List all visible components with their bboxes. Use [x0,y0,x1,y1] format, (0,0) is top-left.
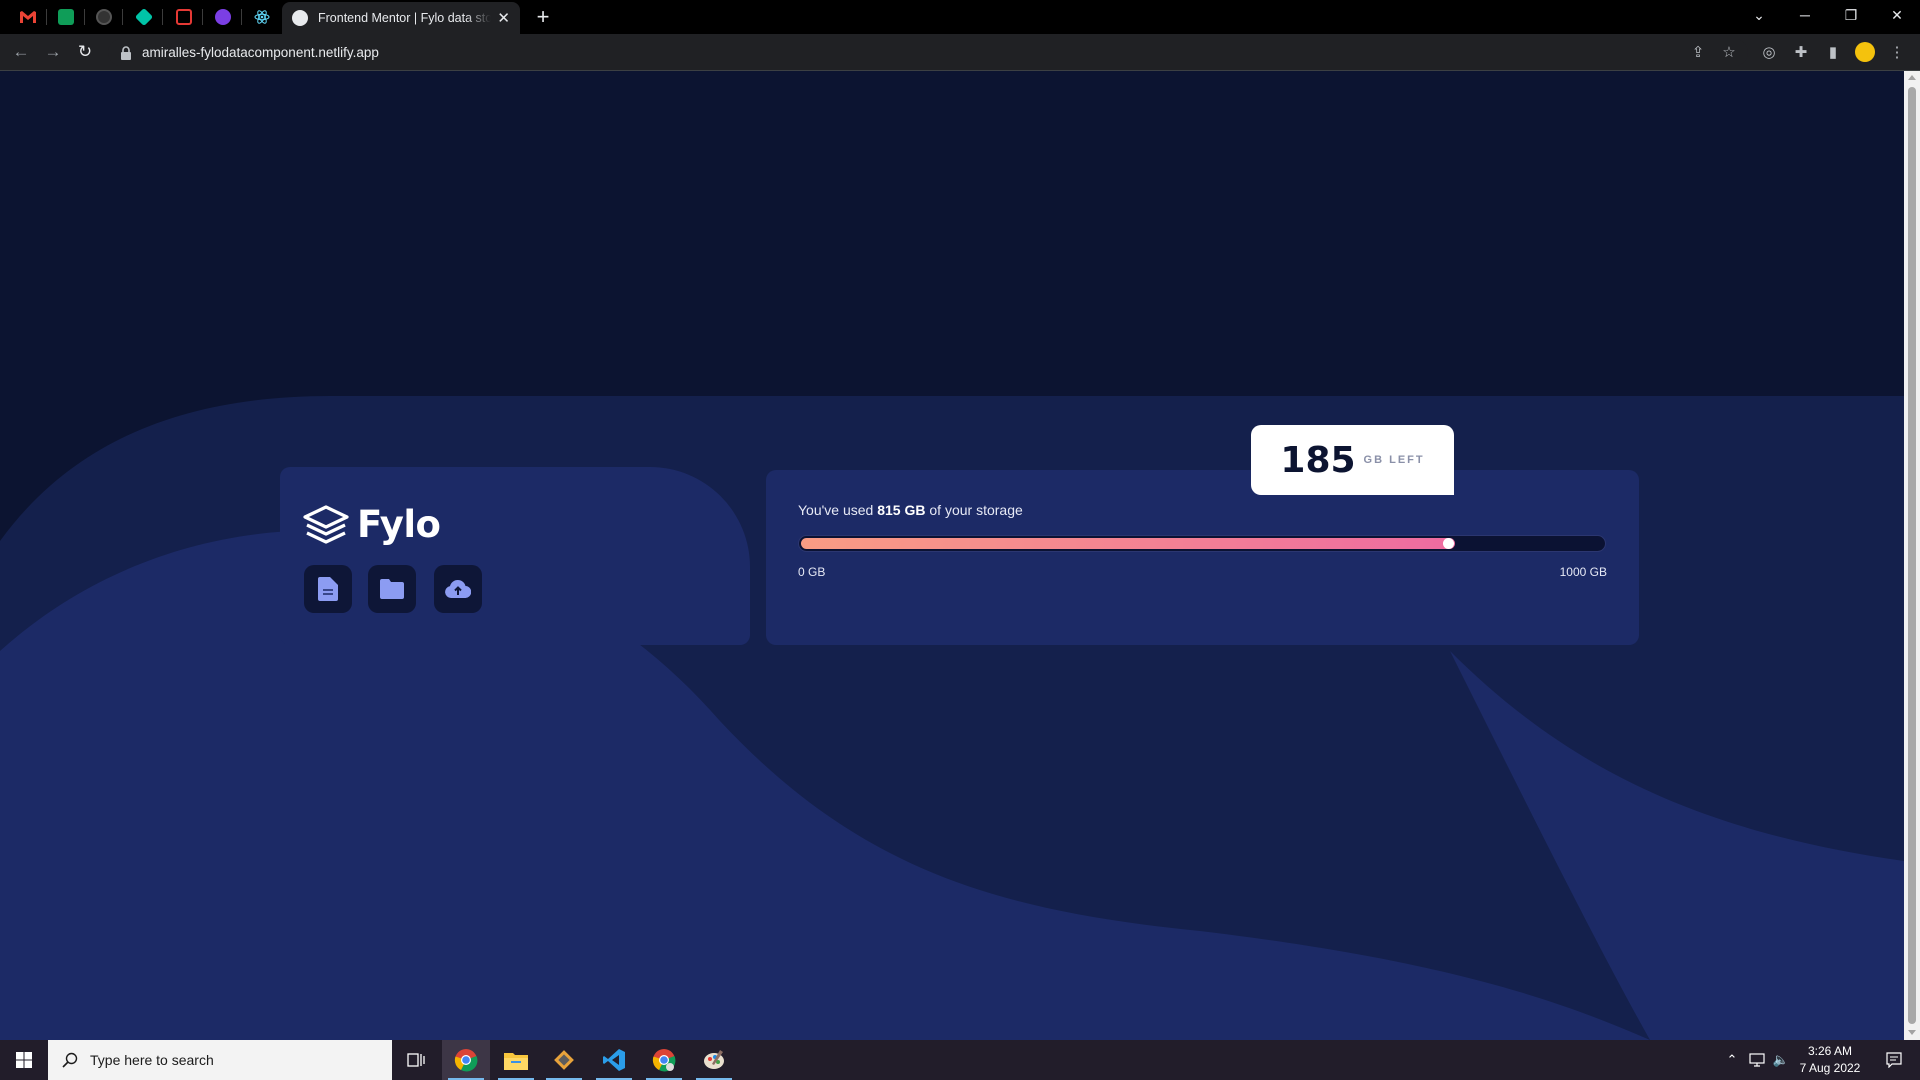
back-button[interactable]: ← [9,40,33,64]
app-tab-teal[interactable] [130,4,158,30]
forward-button[interactable]: → [41,40,65,64]
taskbar-clock[interactable]: 3:26 AM 7 Aug 2022 [1790,1043,1870,1077]
scrollbar-thumb[interactable] [1908,87,1916,1024]
fylo-logo: Fylo [303,503,441,546]
notifications-icon[interactable] [1874,1040,1914,1080]
scroll-up-arrow-icon[interactable] [1908,75,1916,80]
network-icon[interactable] [1746,1040,1768,1080]
github-icon [96,9,112,25]
browser-menu-icon[interactable]: ⋮ [1886,41,1908,63]
task-view-button[interactable] [392,1040,440,1080]
remaining-unit: GB LEFT [1363,454,1425,466]
folder-explorer-icon [504,1053,528,1070]
windows-taskbar: Type here to search ⌃ 🔈 3:26 AM 7 Aug 20… [0,1040,1920,1080]
bookmark-star-icon[interactable]: ☆ [1718,41,1740,63]
extension-target-icon[interactable]: ◎ [1758,41,1780,63]
volume-icon[interactable]: 🔈 [1770,1040,1792,1080]
file-button[interactable] [304,565,352,613]
page-favicon-icon [292,10,308,26]
paint-palette-icon [704,1050,724,1069]
reload-button[interactable]: ↻ [73,40,97,64]
new-tab-button[interactable]: + [530,4,556,30]
usage-suffix: of your storage [925,502,1023,518]
react-icon [254,10,270,24]
windows-logo-icon [16,1052,32,1068]
page-scrollbar[interactable] [1904,71,1920,1040]
url-text: amiralles-fylodatacomponent.netlify.app [142,45,379,60]
close-window-button[interactable]: ✕ [1874,0,1920,30]
app-tab-red[interactable] [170,4,198,30]
task-view-icon [407,1053,425,1067]
active-tab[interactable]: Frontend Mentor | Fylo data storage comp… [282,2,520,34]
chrome-profile-icon [652,1049,676,1072]
taskbar-file-explorer[interactable] [492,1040,540,1080]
active-tab-title: Frontend Mentor | Fylo data storage comp… [318,11,492,25]
progress-max-label: 1000 GB [1559,565,1607,579]
close-tab-icon[interactable]: ✕ [497,9,510,27]
remaining-storage-badge: 185 GB LEFT [1251,425,1454,495]
extensions-puzzle-icon[interactable]: ✚ [1790,41,1812,63]
share-icon[interactable]: ⇪ [1687,41,1709,63]
layers-logo-icon [303,504,349,544]
github-tab[interactable] [90,4,118,30]
progress-min-label: 0 GB [798,565,826,579]
taskbar-search-input[interactable]: Type here to search [48,1040,392,1080]
scroll-down-arrow-icon[interactable] [1908,1030,1916,1035]
folder-icon [380,579,404,599]
taskbar-vscode[interactable] [590,1040,638,1080]
clock-date: 7 Aug 2022 [1799,1061,1861,1075]
app-red-icon [176,9,192,25]
vscode-icon [603,1049,625,1071]
profile-avatar[interactable] [1854,41,1876,63]
address-bar[interactable]: amiralles-fylodatacomponent.netlify.app [108,39,1748,66]
lock-icon [121,45,131,60]
app-purple-icon [215,9,231,25]
taskbar-chrome-profile[interactable] [640,1040,688,1080]
tab-search-icon[interactable]: ⌄ [1736,0,1782,30]
document-icon [318,577,338,601]
cloud-upload-icon [445,580,471,598]
usage-prefix: You've used [798,502,878,518]
chrome-icon [454,1049,478,1072]
storage-progress-knob [1443,538,1454,549]
folder-button[interactable] [368,565,416,613]
remaining-value: 185 [1280,439,1356,481]
app-tab-purple[interactable] [209,4,237,30]
taskbar-git[interactable] [540,1040,588,1080]
sheets-icon [58,9,74,25]
storage-progress-bar [798,535,1606,552]
react-tab[interactable] [248,4,276,30]
usage-description: You've used 815 GB of your storage [798,502,1023,518]
gmail-icon [20,11,36,23]
gmail-tab[interactable] [14,4,42,30]
storage-progress-fill [801,538,1455,549]
address-toolbar: ← → ↻ amiralles-fylodatacomponent.netlif… [0,34,1920,71]
sheets-tab[interactable] [52,4,80,30]
brand-name: Fylo [357,503,441,546]
tray-overflow-icon[interactable]: ⌃ [1722,1040,1742,1080]
logo-card: Fylo [280,467,750,645]
side-panel-icon[interactable]: ▮ [1822,41,1844,63]
search-icon [62,1052,78,1068]
tab-strip: Frontend Mentor | Fylo data storage comp… [0,0,1920,34]
restore-button[interactable]: ❐ [1828,0,1874,30]
git-diamond-icon [554,1050,574,1070]
diamond-icon [134,7,154,27]
clock-time: 3:26 AM [1807,1044,1853,1058]
upload-button[interactable] [434,565,482,613]
start-button[interactable] [0,1040,48,1080]
storage-usage-card: You've used 815 GB of your storage 0 GB … [766,470,1639,645]
taskbar-search-placeholder: Type here to search [90,1052,214,1068]
taskbar-paint[interactable] [690,1040,738,1080]
page-viewport: Fylo You've used 815 GB of your storage … [0,71,1904,1040]
taskbar-chrome[interactable] [442,1040,490,1080]
minimize-button[interactable]: ─ [1782,0,1828,30]
usage-used-amount: 815 GB [877,502,926,518]
